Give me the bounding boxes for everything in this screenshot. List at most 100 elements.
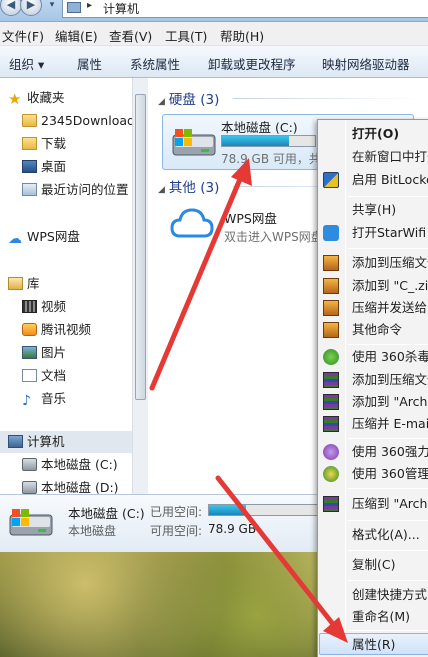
download-folder-icon [22, 137, 37, 150]
drive-icon [22, 481, 37, 494]
archive-icon [323, 322, 339, 338]
scrollbar-thumb[interactable] [135, 94, 146, 400]
star-icon: ★ [8, 90, 22, 108]
group-header-hard-drives[interactable]: ◢ 硬盘 (3) [158, 88, 219, 108]
details-type: 本地磁盘 [68, 524, 117, 538]
nav-libraries[interactable]: 库 [8, 274, 40, 294]
breadcrumb-chevron-icon[interactable]: ▸ [87, 0, 92, 11]
menu-item-copy[interactable]: 复制(C) [352, 555, 395, 575]
computer-icon [8, 435, 23, 448]
menu-edit[interactable]: 编辑(E) [55, 26, 98, 45]
nav-computer[interactable]: 计算机 [8, 432, 65, 452]
collapse-arrow-icon[interactable]: ◢ [158, 185, 165, 195]
nav-scrollbar[interactable] [132, 78, 148, 494]
menu-item-share[interactable]: 共享(H) [352, 200, 396, 220]
menu-item-add-archive[interactable]: 添加到压缩文件 [352, 253, 428, 273]
nav-item-pictures[interactable]: 图片 [22, 343, 66, 363]
picture-icon [22, 346, 37, 359]
nav-item-2345downloads[interactable]: 2345Downloads [22, 111, 141, 131]
bitlocker-shield-icon [323, 172, 339, 188]
nav-item-drive-d[interactable]: 本地磁盘 (D:) [22, 478, 119, 494]
winrar-icon [323, 372, 339, 388]
properties-button[interactable]: 属性 [77, 54, 102, 73]
map-network-drive-button[interactable]: 映射网络驱动器 [322, 54, 410, 73]
menu-item-zip-send[interactable]: 压缩并发送给 [352, 298, 427, 318]
menu-help[interactable]: 帮助(H) [220, 26, 264, 45]
document-icon [22, 369, 37, 382]
nav-item-downloads[interactable]: 下载 [22, 134, 66, 154]
nav-item-desktop[interactable]: 桌面 [22, 157, 66, 177]
menu-item-360-scan[interactable]: 使用 360杀毒 [352, 347, 428, 367]
system-properties-button[interactable]: 系统属性 [130, 54, 180, 73]
menu-item-add-archive-rar[interactable]: 添加到压缩文件 [352, 370, 428, 390]
menu-item-format[interactable]: 格式化(A)... [352, 525, 420, 545]
wps-drive-name[interactable]: WPS网盘 [224, 208, 277, 227]
menu-view[interactable]: 查看(V) [109, 26, 152, 45]
menu-item-360-manage[interactable]: 使用 360管理 [352, 464, 428, 484]
menu-tools[interactable]: 工具(T) [165, 26, 207, 45]
menu-item-other-commands[interactable]: 其他命令 [352, 320, 402, 340]
manager-360-icon [323, 466, 339, 482]
organize-button[interactable]: 组织 ▾ [9, 54, 44, 73]
menu-item-zip-email[interactable]: 压缩并 E-mail [352, 414, 428, 434]
back-button[interactable]: ◀ [0, 0, 22, 16]
wifi-icon [323, 225, 339, 241]
library-icon [8, 277, 23, 290]
details-free-label: 可用空间: [150, 524, 203, 538]
nav-item-documents[interactable]: 文档 [22, 366, 66, 386]
menu-item-open[interactable]: 打开(O) [352, 124, 399, 144]
address-bar[interactable]: ▸ 计算机 [62, 0, 428, 18]
nav-item-tencent-video[interactable]: 腾讯视频 [22, 320, 91, 340]
wps-drive-description: 双击进入WPS网盘 [224, 230, 323, 244]
drive-c-name: 本地磁盘 (C:) [221, 120, 298, 135]
menu-item-starwifi[interactable]: 打开StarWifi [352, 223, 426, 243]
group-header-other[interactable]: ◢ 其他 (3) [158, 176, 219, 196]
tencent-video-icon [22, 323, 37, 336]
command-bar: 组织 ▾ 属性 系统属性 卸载或更改程序 映射网络驱动器 [0, 46, 428, 78]
menu-item-360-force[interactable]: 使用 360强力 [352, 442, 428, 462]
folder-icon [22, 114, 37, 127]
menu-item-properties[interactable]: 属性(R) [352, 635, 395, 655]
details-free-value: 78.9 GB [208, 522, 257, 536]
nav-item-videos[interactable]: 视频 [22, 297, 66, 317]
hard-drive-icon [9, 509, 53, 536]
archive-icon [323, 255, 339, 271]
menu-item-zip-archiv[interactable]: 压缩到 "Archiv [352, 494, 428, 514]
menu-separator [348, 550, 428, 551]
force-delete-360-icon [323, 444, 339, 460]
winrar-icon [323, 416, 339, 432]
menu-item-bitlocker[interactable]: 启用 BitLocker [352, 170, 428, 190]
menu-item-add-c-zip[interactable]: 添加到 "C_.zip [352, 276, 428, 296]
recent-places-icon [22, 183, 37, 196]
menu-separator [348, 580, 428, 581]
breadcrumb[interactable]: 计算机 [103, 0, 139, 17]
desktop-icon [22, 160, 37, 173]
menu-separator [348, 438, 428, 439]
archive-icon [323, 300, 339, 316]
wps-cloud-icon[interactable] [170, 206, 214, 240]
menu-separator [348, 520, 428, 521]
archive-icon [323, 278, 339, 294]
winrar-icon [323, 496, 339, 512]
menu-separator [348, 248, 428, 249]
menu-item-open-new-window[interactable]: 在新窗口中打开 [352, 147, 428, 167]
menu-file[interactable]: 文件(F) [2, 26, 44, 45]
video-icon [22, 300, 37, 313]
menu-item-add-archi[interactable]: 添加到 "Archi [352, 392, 428, 412]
uninstall-program-button[interactable]: 卸载或更改程序 [208, 54, 296, 73]
nav-item-drive-c[interactable]: 本地磁盘 (C:) [22, 455, 118, 475]
antivirus-360-icon [323, 349, 339, 365]
navigation-pane: ★ 收藏夹 2345Downloads 下载 桌面 最近访问的位置 ☁ WPS网盘 … [0, 78, 148, 494]
nav-item-music[interactable]: ♪ 音乐 [22, 389, 66, 409]
nav-wps-drive[interactable]: ☁ WPS网盘 [8, 227, 80, 247]
menu-item-create-shortcut[interactable]: 创建快捷方式( [352, 585, 428, 605]
collapse-arrow-icon[interactable]: ◢ [158, 97, 165, 107]
nav-item-recent[interactable]: 最近访问的位置 [22, 180, 129, 200]
history-dropdown-icon[interactable]: ▾ [45, 0, 59, 16]
nav-favorites[interactable]: ★ 收藏夹 [8, 88, 65, 108]
drive-icon [22, 458, 37, 471]
menu-separator [348, 488, 428, 489]
forward-button[interactable]: ▶ [20, 0, 42, 16]
menu-item-rename[interactable]: 重命名(M) [352, 607, 410, 627]
hard-drive-icon [172, 129, 216, 156]
